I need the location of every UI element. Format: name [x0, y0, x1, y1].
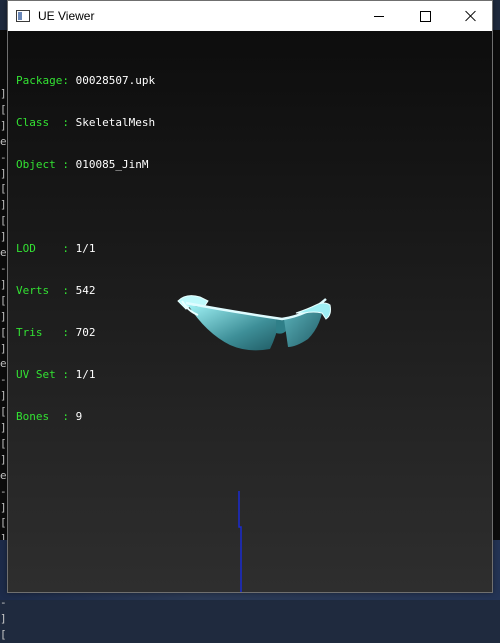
maximize-icon [419, 10, 431, 22]
window-icon[interactable] [16, 10, 30, 22]
ue-viewer-window: UE Viewer Package: 00028507.upk Class : … [7, 0, 493, 593]
axis-gizmo [238, 491, 242, 592]
close-button[interactable] [448, 1, 494, 31]
minimize-icon [374, 15, 384, 17]
title-bar[interactable]: UE Viewer [8, 1, 492, 31]
close-icon [465, 10, 477, 22]
z-axis-line [238, 491, 242, 592]
maximize-button[interactable] [402, 1, 448, 31]
3d-viewport[interactable]: Package: 00028507.upk Class : SkeletalMe… [8, 31, 492, 592]
window-title: UE Viewer [38, 9, 95, 23]
minimize-button[interactable] [356, 1, 402, 31]
background-window-right: 4 4 4 4 [492, 30, 500, 540]
